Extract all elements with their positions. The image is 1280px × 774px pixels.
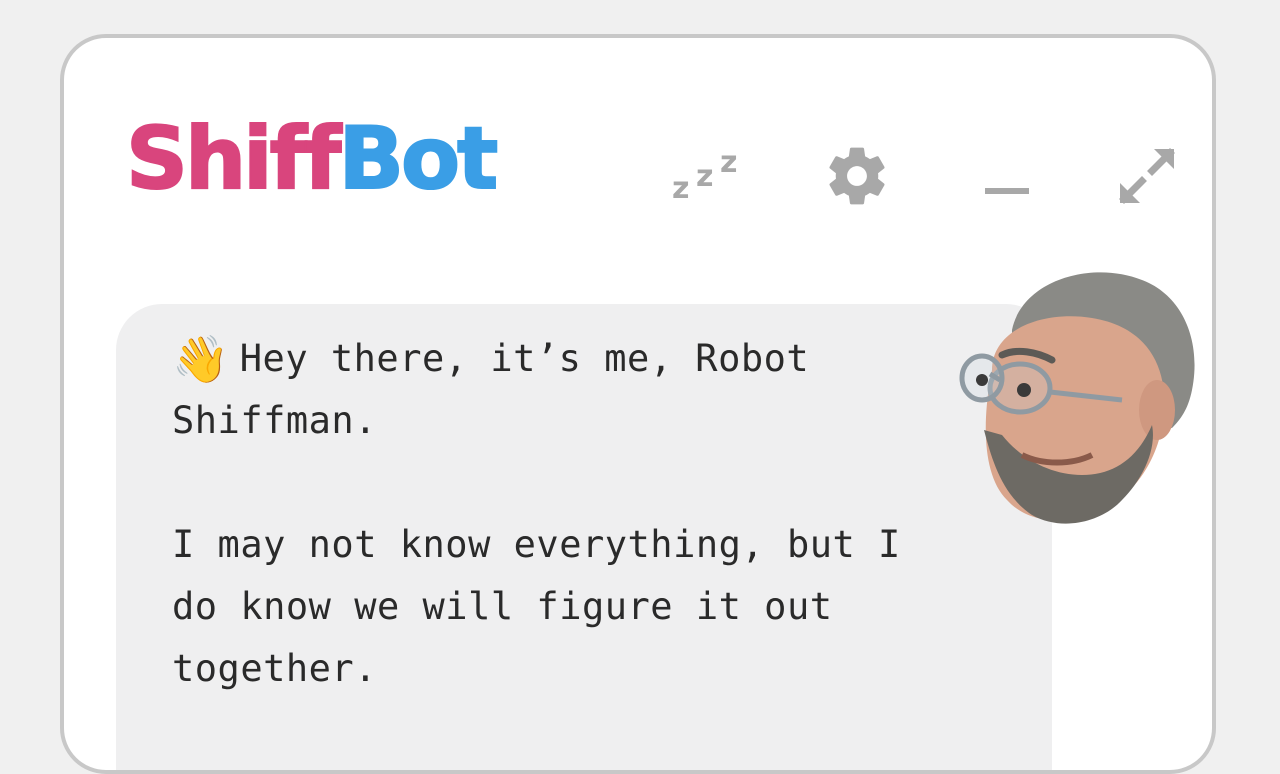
gear-icon <box>829 147 885 205</box>
minimize-icon <box>985 188 1029 194</box>
wave-icon: 👋 <box>172 332 230 386</box>
sleep-icon: z z z <box>672 145 738 206</box>
logo-bot: Bot <box>337 109 499 209</box>
sleep-button[interactable]: z z z <box>664 136 754 216</box>
minimize-button[interactable] <box>962 136 1052 216</box>
header-bar: ShiffBot z z z <box>94 86 1194 236</box>
message-line-4: do know we will figure it out <box>172 585 833 628</box>
settings-button[interactable] <box>812 136 902 216</box>
bot-message: 👋 Hey there, it’s me, Robot Shiffman. I m… <box>172 328 1002 700</box>
avatar <box>959 272 1195 524</box>
expand-button[interactable] <box>1102 136 1192 216</box>
logo-shiff: Shiff <box>125 109 342 209</box>
expand-icon <box>1119 148 1175 204</box>
message-line-5: together. <box>172 647 377 690</box>
message-line-1: Hey there, it’s me, Robot <box>239 337 810 380</box>
message-line-2: Shiffman. <box>172 399 377 442</box>
message-line-3: I may not know everything, but I <box>172 523 901 566</box>
app-logo: ShiffBot <box>125 115 499 203</box>
